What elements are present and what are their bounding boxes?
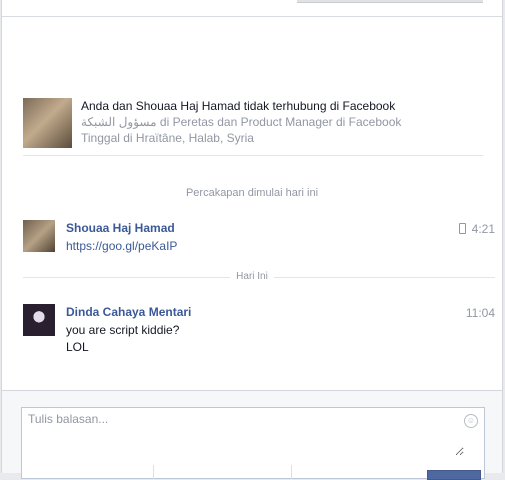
reply-button[interactable]: [427, 470, 481, 480]
message-time: 4:21: [458, 221, 495, 237]
day-divider-label: Hari Ini: [2, 271, 502, 282]
job-info: مسؤول الشبكة di Peretas dan Product Mana…: [81, 115, 402, 129]
message-body: https://goo.gl/peKaIP: [66, 238, 177, 255]
toolbar-divider: [153, 465, 154, 479]
message-line: you are script kiddie?: [66, 323, 180, 337]
reply-box: ☺: [21, 407, 485, 480]
reply-composer: ☺: [2, 390, 502, 480]
top-divider: [2, 16, 502, 17]
context-divider: [23, 155, 483, 156]
mobile-phone-icon: [458, 223, 466, 234]
message-time: 11:04: [465, 306, 495, 320]
location-info: Tinggal di Hraïtâne, Halab, Syria: [81, 131, 254, 145]
message-body: you are script kiddie? LOL: [66, 322, 179, 356]
toolbar-divider: [291, 465, 292, 479]
message-thread-panel: Anda dan Shouaa Haj Hamad tidak terhubun…: [1, 0, 503, 480]
sender-name[interactable]: Dinda Cahaya Mentari: [66, 304, 191, 320]
message-line: LOL: [66, 340, 89, 354]
reply-input[interactable]: [22, 408, 464, 456]
connection-status: Anda dan Shouaa Haj Hamad tidak terhubun…: [81, 99, 396, 113]
avatar[interactable]: [23, 220, 55, 252]
emoji-icon[interactable]: ☺: [464, 414, 478, 428]
sender-name[interactable]: Shouaa Haj Hamad: [66, 220, 175, 236]
search-box-edge[interactable]: [297, 0, 483, 3]
message-link[interactable]: https://goo.gl/peKaIP: [66, 238, 177, 255]
conversation-start-label: Percakapan dimulai hari ini: [185, 187, 319, 199]
avatar[interactable]: [23, 304, 55, 336]
profile-photo[interactable]: [23, 98, 72, 148]
